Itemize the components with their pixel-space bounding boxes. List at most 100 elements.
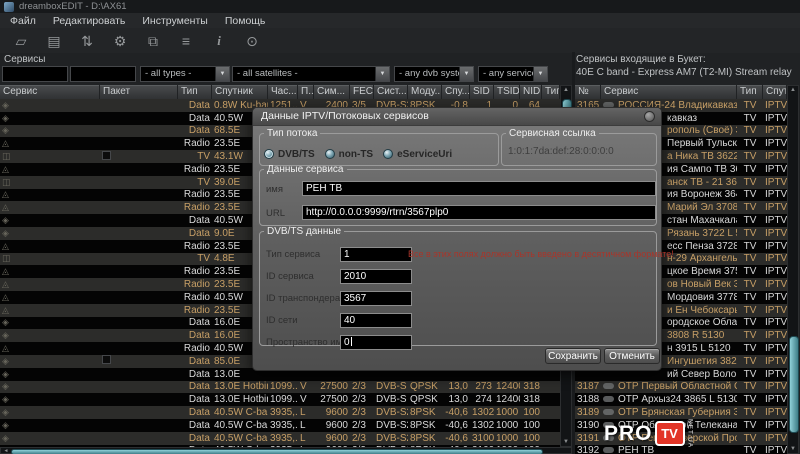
dvb-field-input-3[interactable]: 3567 [340,291,412,306]
cell: Data [178,330,212,341]
radio-icon[interactable] [325,149,335,159]
scroll-down-icon[interactable]: ▼ [788,446,798,452]
column-header-тип[interactable]: Тип [542,85,560,99]
radio-label: non-TS [339,149,373,160]
save-button[interactable]: Сохранить [545,348,601,364]
column-header-тип[interactable]: Тип [737,85,763,99]
column-header-num[interactable]: № [575,85,601,99]
dvb-system-filter-dropdown[interactable]: - any dvb system -▼ [394,66,474,82]
bouquet-subtitle: 40E C band - Express AM7 (T2-MI) Stream … [576,67,792,78]
dialog-title[interactable]: Данные IPTV/Потоковых сервисов [253,108,661,126]
satellite-filter-dropdown[interactable]: - all satellites -▼ [232,66,390,82]
column-header-моду[interactable]: Моду... [408,85,442,99]
bouquet-vscroll-thumb[interactable] [789,336,799,433]
table-row[interactable]: 3189ОТР Брянская Губерния 387...TVIPTV [575,406,787,419]
column-header-sid[interactable]: SID [470,85,494,99]
scroll-up-icon[interactable]: ▲ [788,87,798,93]
menu-item-4[interactable]: Помощь [218,15,273,27]
cell: 13,0 [442,394,470,405]
protv-domain-text: NET.UA [687,419,694,448]
services-hscrollbar[interactable]: ◄ [0,447,572,454]
scroll-down-icon[interactable]: ▼ [561,439,571,445]
type-filter-dropdown[interactable]: - all types -▼ [140,66,230,82]
about-icon[interactable]: ⊙ [240,31,264,51]
text-caret [351,337,352,346]
filter-input-1[interactable] [2,66,68,82]
services-table-header: СервисПакетТипСпутникЧас...П...Сим...FEC… [0,85,560,99]
table-row[interactable]: ◈Data40.5W C-band ...3935,...L96002/3DVB… [0,419,560,432]
radio-option-eserviceuri[interactable]: eServiceUri [383,144,462,161]
chevron-down-icon[interactable]: ▼ [533,67,547,81]
service-tag-icon [603,409,614,415]
radio-icon[interactable] [264,149,274,159]
dvb-field-label-2: ID сервиса [266,271,314,282]
settings-icon[interactable]: ⚙ [108,31,132,51]
info-icon[interactable]: i [207,31,231,51]
radio-icon[interactable] [383,149,393,159]
open-icon[interactable]: ▱ [9,31,33,51]
column-header-спу[interactable]: Спу... [442,85,470,99]
bouquet-vscrollbar[interactable]: ▲ ▼ [787,85,799,454]
cell: ◈ [0,330,100,341]
service-filter-dropdown[interactable]: - any service -▼ [478,66,548,82]
url-input[interactable]: http://0.0.0.0:9999/rtrn/3567plp0 [302,205,656,220]
column-header-пакет[interactable]: Пакет [100,85,178,99]
column-header-сервис[interactable]: Сервис [0,85,100,99]
transfer-icon[interactable]: ⇅ [75,31,99,51]
menu-item-1[interactable]: Файл [3,15,43,27]
service-system: IPTV [763,177,787,188]
service-type: TV [737,113,763,124]
column-header-сист[interactable]: Сист... [374,85,408,99]
column-header-tsid[interactable]: TSID [494,85,520,99]
table-row[interactable]: ◈Data13.0E Hotbird ...1099...V275002/3DV… [0,381,560,394]
data-icon: ◈ [2,228,9,238]
menu-item-2[interactable]: Редактировать [46,15,133,27]
column-header-fec[interactable]: FEC [350,85,374,99]
cell: 1099... [268,394,298,405]
table-row[interactable]: 3188ОТР Архыз24 3865 L 5130TVIPTV [575,393,787,406]
chevron-down-icon[interactable]: ▼ [375,67,389,81]
dvb-field-input-2[interactable]: 2010 [340,269,412,284]
cell: 1000 [494,407,520,418]
service-system: IPTV [763,317,787,328]
column-header-спут[interactable]: Спут... [763,85,787,99]
table-row[interactable]: 3187ОТР Первый Областной Ор...TVIPTV [575,381,787,394]
scroll-left-icon[interactable]: ◄ [1,448,11,454]
cell: 40.5W C-band ... [212,407,268,418]
table-row[interactable]: ◈Data13.0E Hotbird ...1099...V275002/3DV… [0,393,560,406]
save-icon[interactable]: ▤ [42,31,66,51]
filter-input-2[interactable] [70,66,136,82]
menu-item-3[interactable]: Инструменты [135,15,214,27]
scroll-up-icon[interactable]: ▲ [561,87,571,93]
column-header-nid[interactable]: NID [520,85,542,99]
radio-option-nonts[interactable]: non-TS [325,144,383,161]
table-row[interactable]: ◈Data40.5W C-band ...3935,...L96002/3DVB… [0,432,560,445]
cell: TV [178,253,212,264]
dvb-field-input-4[interactable]: 40 [340,313,412,328]
cancel-button[interactable]: Отменить [604,348,660,364]
column-header-час[interactable]: Час... [268,85,298,99]
column-header-сим[interactable]: Сим... [314,85,350,99]
chevron-down-icon[interactable]: ▼ [215,67,229,81]
dvb-field-input-5[interactable]: 0 [340,335,412,350]
dropdown-value: - all satellites - [233,67,375,81]
radio-option-dvbts[interactable]: DVB/TS [264,144,325,161]
column-header-тип[interactable]: Тип [178,85,212,99]
service-data-legend: Данные сервиса [264,164,347,175]
services-hscroll-thumb[interactable] [11,449,543,454]
app-window: dreamboxEDIT - D:\AX61 ФайлРедактировать… [0,0,800,454]
table-row[interactable]: ◈Data40.5W C-band ...3935,...L96002/3DVB… [0,406,560,419]
cell: ◈ [0,215,100,226]
cell: DVB-S2 [374,420,408,431]
list-icon[interactable]: ≡ [174,31,198,51]
copy-icon[interactable]: ⧉ [141,31,165,51]
service-type: TV [737,317,763,328]
dvb-field-input-1[interactable]: 1 [340,247,412,262]
chevron-down-icon[interactable]: ▼ [459,67,473,81]
dialog-close-icon[interactable] [644,111,655,122]
column-header-спутник[interactable]: Спутник [212,85,268,99]
column-header-сервис[interactable]: Сервис [601,85,737,99]
column-header-п[interactable]: П... [298,85,314,99]
marker-icon [102,355,111,364]
name-input[interactable]: РЕН ТВ [302,181,656,196]
